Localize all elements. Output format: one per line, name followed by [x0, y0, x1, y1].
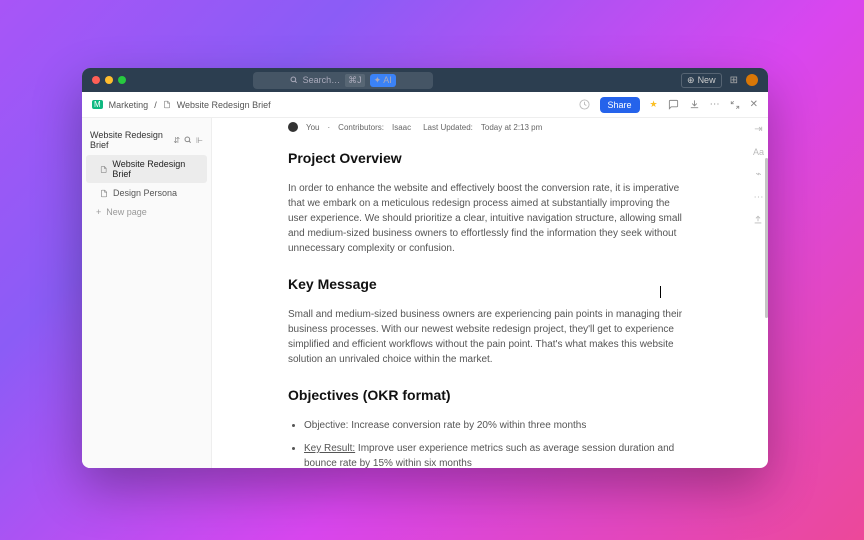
content-area: You · Contributors: Isaac Last Updated: …	[212, 118, 768, 468]
meta-sep: ·	[328, 123, 331, 132]
close-button[interactable]: ✕	[750, 99, 758, 110]
paragraph-key-message[interactable]: Small and medium-sized business owners a…	[288, 307, 692, 367]
contributors[interactable]: Isaac	[392, 123, 411, 132]
doc-icon	[100, 189, 108, 198]
traffic-lights	[92, 76, 126, 84]
rail-collapse-icon[interactable]: ⇥	[754, 124, 762, 135]
author-avatar[interactable]	[288, 122, 298, 132]
comments-icon[interactable]	[668, 99, 679, 110]
body: Website Redesign Brief ⇵ ⊩ Website Redes…	[82, 118, 768, 468]
user-avatar[interactable]	[746, 74, 758, 86]
ai-badge[interactable]: ✦ AI	[370, 74, 396, 87]
sidebar-header: Website Redesign Brief ⇵ ⊩	[82, 126, 211, 154]
new-page-label: New page	[106, 207, 147, 217]
key-result-1[interactable]: Key Result: Improve user experience metr…	[304, 441, 692, 468]
sidebar: Website Redesign Brief ⇵ ⊩ Website Redes…	[82, 118, 212, 468]
contributors-label: Contributors:	[338, 123, 384, 132]
heading-overview[interactable]: Project Overview	[288, 148, 692, 169]
breadcrumb-workspace[interactable]: Marketing	[109, 100, 149, 110]
search-placeholder: Search…	[303, 75, 341, 85]
breadcrumb-sep: /	[154, 100, 157, 110]
rail-more-icon[interactable]: ⋯	[753, 192, 763, 203]
heading-key-message[interactable]: Key Message	[288, 274, 692, 295]
workspace-badge[interactable]: M	[92, 100, 103, 109]
favorite-button[interactable]: ★	[650, 99, 658, 110]
sidebar-search-icon[interactable]	[184, 136, 192, 144]
global-search[interactable]: Search… ⌘J ✦ AI	[253, 72, 433, 89]
objective-1[interactable]: Objective: Increase conversion rate by 2…	[304, 418, 692, 433]
sidebar-item-label: Design Persona	[113, 188, 177, 198]
close-window-button[interactable]	[92, 76, 100, 84]
paragraph-overview[interactable]: In order to enhance the website and effe…	[288, 181, 692, 256]
objectives-list: Objective: Increase conversion rate by 2…	[288, 418, 692, 468]
minimize-window-button[interactable]	[105, 76, 113, 84]
heading-objectives[interactable]: Objectives (OKR format)	[288, 385, 692, 406]
download-icon[interactable]	[689, 99, 700, 110]
sidebar-title: Website Redesign Brief	[90, 130, 173, 150]
sidebar-item-label: Website Redesign Brief	[112, 159, 199, 179]
share-button[interactable]: Share	[600, 97, 640, 113]
titlebar-actions: ⊕New ⊞	[681, 73, 758, 88]
rail-link-icon[interactable]: ⌁	[755, 169, 761, 180]
page-toolbar: M Marketing / Website Redesign Brief Sha…	[82, 92, 768, 118]
page-icon	[163, 100, 171, 109]
sidebar-collapse-icon[interactable]: ⊩	[196, 136, 203, 145]
search-icon	[290, 76, 298, 84]
scrollbar[interactable]	[765, 158, 768, 318]
sidebar-sort-icon[interactable]: ⇵	[173, 136, 180, 145]
rail-export-icon[interactable]	[753, 215, 763, 225]
maximize-window-button[interactable]	[118, 76, 126, 84]
rail-text-icon[interactable]: Aa	[753, 147, 764, 157]
more-button[interactable]: ⋯	[710, 99, 720, 110]
breadcrumb-page[interactable]: Website Redesign Brief	[177, 100, 271, 110]
app-window: Search… ⌘J ✦ AI ⊕New ⊞ M Marketing / Web…	[82, 68, 768, 468]
right-rail: ⇥ Aa ⌁ ⋯	[753, 118, 764, 225]
you-label: You	[306, 123, 320, 132]
document-body[interactable]: Project Overview In order to enhance the…	[212, 140, 768, 468]
titlebar: Search… ⌘J ✦ AI ⊕New ⊞	[82, 68, 768, 92]
doc-icon	[100, 165, 107, 174]
sidebar-item-brief[interactable]: Website Redesign Brief	[86, 155, 207, 183]
text-cursor	[660, 286, 661, 298]
doc-meta: You · Contributors: Isaac Last Updated: …	[212, 118, 768, 140]
apps-grid-icon[interactable]: ⊞	[730, 75, 738, 86]
new-button[interactable]: ⊕New	[681, 73, 722, 88]
new-page-button[interactable]: + New page	[82, 203, 211, 221]
search-kbd: ⌘J	[345, 74, 365, 87]
plus-icon: +	[96, 207, 101, 217]
sidebar-item-persona[interactable]: Design Persona	[86, 184, 207, 202]
updated-time: Today at 2:13 pm	[481, 123, 542, 132]
history-icon[interactable]	[579, 99, 590, 110]
collapse-icon[interactable]	[730, 100, 740, 110]
updated-label: Last Updated:	[423, 123, 473, 132]
